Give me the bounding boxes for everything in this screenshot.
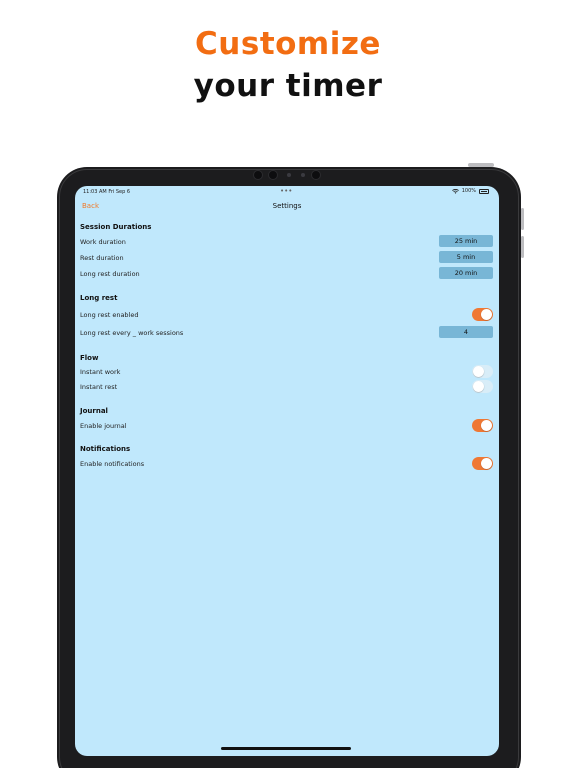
sensor-dot [268,170,278,180]
section-title-long-rest: Long rest [80,294,118,302]
toggle-knob [481,309,492,320]
long-rest-every-label: Long rest every _ work sessions [80,329,184,337]
camera-lens-icon [287,173,291,177]
multitasking-dots-icon[interactable]: ••• [280,187,292,195]
home-indicator[interactable] [221,747,351,750]
rest-duration-label: Rest duration [80,254,124,262]
long-rest-every-field[interactable]: 4 [439,326,493,338]
page-title: Settings [272,202,302,210]
rest-duration-field[interactable]: 5 min [439,251,493,263]
instant-work-label: Instant work [80,368,121,376]
navigation-bar: Back Settings [75,200,499,214]
battery-percentage: 100% [461,188,476,194]
toggle-knob [473,381,484,392]
long-rest-duration-label: Long rest duration [80,270,140,278]
enable-journal-toggle[interactable] [472,419,493,432]
battery-icon [479,188,489,194]
device-volume-up-button [521,208,524,230]
sensor-dot [301,173,305,177]
status-bar: 11:03 AM Fri Sep 6 ••• 100% [75,186,499,198]
long-rest-enabled-toggle[interactable] [472,308,493,321]
toggle-knob [473,366,484,377]
instant-rest-label: Instant rest [80,383,118,391]
sensor-dot [253,170,263,180]
status-time: 11:03 AM Fri Sep 6 [83,189,131,195]
app-screen: 11:03 AM Fri Sep 6 ••• 100% Back Setting… [75,186,499,756]
work-duration-label: Work duration [80,238,126,246]
wifi-icon [451,188,459,194]
enable-journal-label: Enable journal [80,422,127,430]
section-title-session-durations: Session Durations [80,223,152,231]
status-right: 100% [451,188,489,194]
section-title-flow: Flow [80,354,99,362]
sensor-dot [311,170,321,180]
long-rest-duration-field[interactable]: 20 min [439,267,493,279]
promo-subheadline: your timer [193,68,383,104]
camera-sensors [0,170,576,180]
enable-notifications-label: Enable notifications [80,460,145,468]
instant-work-toggle[interactable] [472,365,493,378]
instant-rest-toggle[interactable] [472,380,493,393]
enable-notifications-toggle[interactable] [472,457,493,470]
work-duration-field[interactable]: 25 min [439,235,493,247]
toggle-knob [481,420,492,431]
section-title-notifications: Notifications [80,445,131,453]
section-title-journal: Journal [80,407,108,415]
toggle-knob [481,458,492,469]
long-rest-enabled-label: Long rest enabled [80,311,139,319]
promo-headline: Customize [195,26,381,62]
device-volume-down-button [521,236,524,258]
